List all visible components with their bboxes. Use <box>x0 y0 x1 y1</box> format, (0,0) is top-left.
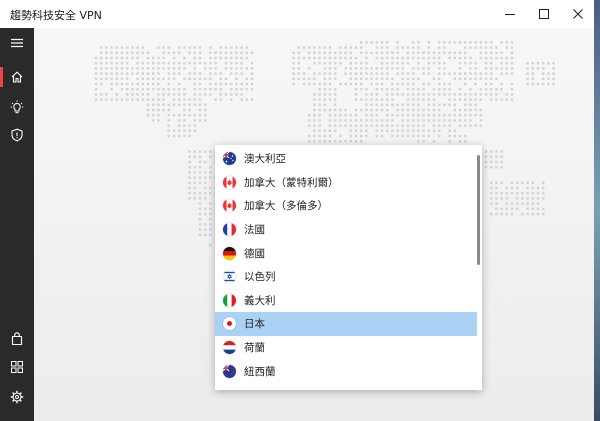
israel-flag-icon <box>223 270 236 284</box>
shopping-bag-icon <box>11 332 23 346</box>
location-option[interactable]: 紐西蘭 <box>215 359 477 383</box>
dropdown-scrollbar[interactable] <box>477 155 480 265</box>
window-title: 趨勢科技安全 VPN <box>10 9 102 22</box>
italy-flag-icon <box>223 293 236 307</box>
canada-flag-icon <box>223 199 236 213</box>
gear-icon <box>10 390 24 404</box>
title-bar: 趨勢科技安全 VPN <box>0 0 594 28</box>
location-option[interactable]: 加拿大（蒙特利爾） <box>215 171 477 195</box>
main-content: 澳大利亞加拿大（蒙特利爾） 加拿大（多倫多） 法國德國以色列義大利日本荷蘭紐西蘭 <box>34 28 594 421</box>
desktop-background <box>594 0 600 421</box>
location-option[interactable]: 以色列 <box>215 265 477 289</box>
close-button[interactable] <box>561 0 595 28</box>
sidebar-item-shop[interactable] <box>0 324 34 354</box>
location-option-label: 日本 <box>244 318 265 331</box>
location-option[interactable]: 法國 <box>215 218 477 242</box>
location-option-label: 紐西蘭 <box>244 365 276 378</box>
apps-grid-icon <box>11 361 23 373</box>
location-dropdown[interactable]: 澳大利亞加拿大（蒙特利爾） 加拿大（多倫多） 法國德國以色列義大利日本荷蘭紐西蘭 <box>215 145 482 390</box>
netherlands-flag-icon <box>223 341 236 355</box>
location-option-label: 德國 <box>244 247 265 260</box>
minimize-button[interactable] <box>493 0 527 28</box>
vpn-window: 趨勢科技安全 VPN 澳大利亞 加拿大（蒙特利爾） 加拿大（多倫多） 法國 德國… <box>0 0 594 421</box>
sidebar-item-security[interactable] <box>0 120 34 150</box>
sidebar-item-tips[interactable] <box>0 92 34 122</box>
location-option-label: 法國 <box>244 224 265 237</box>
france-flag-icon <box>223 223 236 237</box>
location-option[interactable]: 義大利 <box>215 289 477 313</box>
lightbulb-icon <box>10 100 24 114</box>
hamburger-menu-icon <box>11 38 23 48</box>
sidebar-item-apps[interactable] <box>0 352 34 382</box>
location-option-label: 澳大利亞 <box>244 153 286 166</box>
location-option[interactable]: 荷蘭 <box>215 336 477 360</box>
location-option[interactable]: 德國 <box>215 241 477 265</box>
location-option-label: 加拿大（多倫多） <box>244 200 328 213</box>
japan-flag-icon <box>223 317 236 331</box>
location-option-label: 以色列 <box>244 271 276 284</box>
sidebar-item-settings[interactable] <box>0 382 34 412</box>
new-zealand-flag-icon <box>223 364 236 378</box>
location-list: 澳大利亞加拿大（蒙特利爾） 加拿大（多倫多） 法國德國以色列義大利日本荷蘭紐西蘭 <box>215 147 477 383</box>
location-option-label: 義大利 <box>244 294 276 307</box>
sidebar <box>0 28 34 421</box>
location-option[interactable]: 加拿大（多倫多） <box>215 194 477 218</box>
location-option[interactable]: 澳大利亞 <box>215 147 477 171</box>
location-option-label: 荷蘭 <box>244 342 265 355</box>
close-icon <box>573 9 583 19</box>
sidebar-item-home[interactable] <box>0 62 34 92</box>
canada-flag-icon <box>223 175 236 189</box>
home-icon <box>11 71 23 83</box>
maximize-button[interactable] <box>527 0 561 28</box>
shield-icon <box>11 128 23 142</box>
minimize-icon <box>505 14 515 15</box>
australia-flag-icon <box>223 152 236 166</box>
germany-flag-icon <box>223 246 236 260</box>
location-option[interactable]: 日本 <box>215 312 477 336</box>
maximize-icon <box>539 9 549 19</box>
location-option-label: 加拿大（蒙特利爾） <box>244 176 339 189</box>
menu-button[interactable] <box>0 28 34 58</box>
